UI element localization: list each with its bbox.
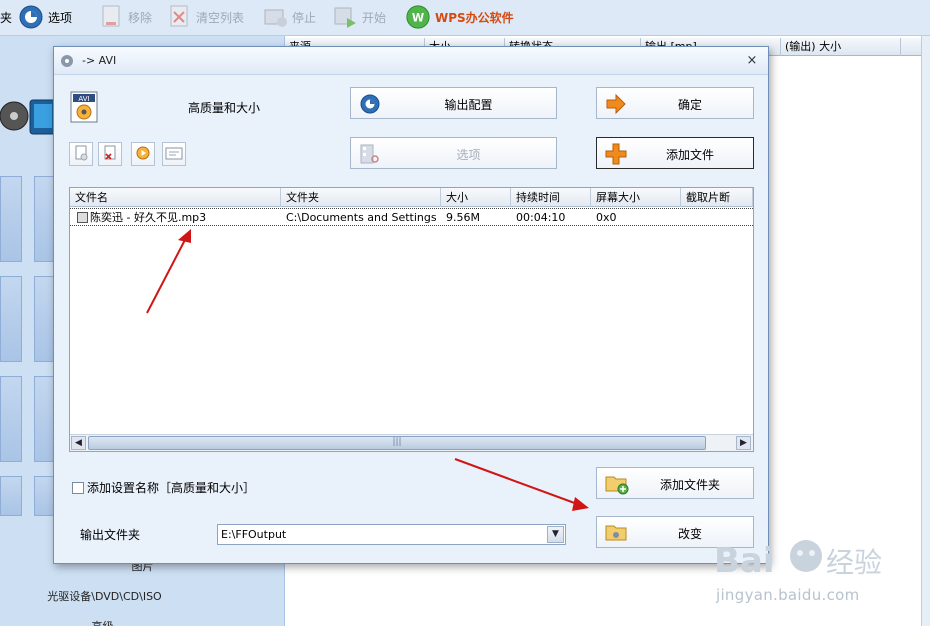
category-tile[interactable]: [0, 476, 22, 516]
clear-list-icon: [166, 4, 192, 30]
toolbar-stop-button[interactable]: 停止: [262, 2, 316, 32]
svg-text:经验: 经验: [826, 546, 882, 579]
col-screen-size[interactable]: 屏幕大小: [591, 188, 681, 207]
category-tile[interactable]: [0, 176, 22, 262]
mini-info-button[interactable]: [162, 142, 186, 166]
add-folder-label: 添加文件夹: [659, 478, 720, 492]
col-duration[interactable]: 持续时间: [511, 188, 591, 207]
file-screen-size: 0x0: [596, 211, 617, 224]
mini-remove-button[interactable]: [98, 142, 122, 166]
category-tile[interactable]: [0, 376, 22, 462]
wps-logo-icon: W: [405, 4, 431, 30]
add-file-button[interactable]: 添加文件: [596, 137, 754, 169]
add-folder-button[interactable]: 添加文件夹: [596, 467, 754, 499]
toolbar-options-label: 选项: [48, 10, 73, 25]
options-button[interactable]: 选项: [350, 137, 557, 169]
ok-button[interactable]: 确定: [596, 87, 754, 119]
info-card-icon: [165, 145, 183, 164]
play-icon: [135, 145, 151, 164]
folder-open-icon: [605, 522, 627, 544]
profile-name: 高质量和大小: [188, 101, 261, 115]
scroll-left-icon[interactable]: ◀: [71, 436, 86, 450]
toolbar-folder-label: 夹: [0, 10, 13, 25]
col-clip[interactable]: 截取片断: [681, 188, 753, 207]
svg-text:Bai: Bai: [714, 541, 775, 581]
toolbar-clear-button[interactable]: 清空列表: [166, 2, 244, 32]
media-category-icon[interactable]: [0, 94, 58, 138]
file-clip: [686, 210, 752, 226]
ok-label: 确定: [677, 98, 702, 112]
mini-add-button[interactable]: [69, 142, 93, 166]
main-toolbar: 夹 选项 移除 清空列表 停止 开始 W WPS办公软件: [0, 0, 930, 36]
output-folder-value: E:\FFOutput: [221, 528, 287, 541]
options-gear-icon: [18, 4, 44, 30]
file-list: 文件名 文件夹 大小 持续时间 屏幕大小 截取片断 陈奕迅 - 好久不见.mp3…: [69, 187, 754, 452]
mini-play-button[interactable]: [131, 142, 155, 166]
output-folder-select[interactable]: E:\FFOutput ▼: [217, 524, 566, 545]
col-folder[interactable]: 文件夹: [281, 188, 441, 207]
dialog-titlebar[interactable]: -> AVI ×: [54, 47, 768, 75]
category-optical-label[interactable]: 光驱设备\DVD\CD\ISO: [0, 588, 247, 604]
toolbar-start-button[interactable]: 开始: [332, 2, 386, 32]
output-config-gear-icon: [359, 93, 381, 115]
folder-add-icon: [605, 473, 629, 495]
toolbar-wps-label: WPS办公软件: [435, 10, 514, 25]
remove-file-icon: [98, 4, 124, 30]
file-row[interactable]: 陈奕迅 - 好久不见.mp3 C:\Documents and Settings…: [70, 208, 753, 226]
film-scissors-icon: [359, 143, 381, 165]
toolbar-remove-button[interactable]: 移除: [98, 2, 152, 32]
append-setting-row[interactable]: 添加设置名称［高质量和大小］: [72, 479, 255, 496]
audio-file-icon: [77, 212, 88, 223]
svg-text:AVI: AVI: [78, 95, 89, 103]
output-folder-label: 输出文件夹: [80, 528, 141, 542]
output-config-label: 输出配置: [444, 98, 493, 112]
file-list-header: 文件名 文件夹 大小 持续时间 屏幕大小 截取片断: [70, 188, 753, 207]
scroll-thumb[interactable]: |||: [88, 436, 706, 450]
file-folder: C:\Documents and Settings\...: [286, 211, 436, 224]
category-advanced-label[interactable]: 高级: [0, 618, 245, 626]
watermark-url: jingyan.baidu.com: [716, 586, 860, 604]
add-file-label: 添加文件: [665, 148, 714, 162]
file-duration: 00:04:10: [516, 211, 566, 224]
avi-conversion-dialog: -> AVI × AVI 高质量和大小 输出配置 确定 选项 添加文件 文件名 …: [53, 46, 769, 564]
app-icon: [60, 54, 74, 68]
task-list-scrollbar[interactable]: [921, 36, 930, 626]
file-size: 9.56M: [446, 211, 480, 224]
toolbar-folder-button[interactable]: 夹: [0, 2, 12, 32]
dialog-title: -> AVI: [82, 54, 117, 67]
file-list-hscrollbar[interactable]: ◀ ||| ▶: [70, 434, 753, 451]
file-name: 陈奕迅 - 好久不见.mp3: [90, 211, 207, 224]
col-filesize[interactable]: 大小: [441, 188, 511, 207]
new-file-icon: [73, 145, 89, 164]
toolbar-remove-label: 移除: [128, 10, 153, 25]
toolbar-wps-button[interactable]: W WPS办公软件: [405, 2, 514, 32]
toolbar-start-label: 开始: [362, 10, 387, 25]
col-output-size[interactable]: (输出) 大小: [781, 38, 901, 56]
toolbar-options-button[interactable]: 选项: [18, 2, 72, 32]
remove-file-icon: [102, 145, 118, 164]
stop-icon: [262, 4, 288, 30]
output-config-button[interactable]: 输出配置: [350, 87, 557, 119]
append-setting-checkbox[interactable]: [72, 481, 84, 494]
options-label: 选项: [456, 148, 481, 162]
col-filename[interactable]: 文件名: [70, 188, 281, 207]
append-setting-label: 添加设置名称［高质量和大小］: [87, 481, 256, 495]
svg-text:W: W: [412, 12, 424, 25]
category-tile[interactable]: [0, 276, 22, 362]
toolbar-stop-label: 停止: [292, 10, 317, 25]
close-button[interactable]: ×: [742, 51, 762, 71]
scroll-right-icon[interactable]: ▶: [736, 436, 751, 450]
arrow-right-icon: [605, 93, 627, 115]
start-icon: [332, 4, 358, 30]
avi-format-icon: AVI: [70, 91, 98, 123]
plus-icon: [605, 143, 627, 165]
chevron-down-icon[interactable]: ▼: [547, 526, 564, 543]
baidu-watermark-logo: Bai 经验: [710, 528, 910, 618]
toolbar-clear-label: 清空列表: [196, 10, 245, 25]
